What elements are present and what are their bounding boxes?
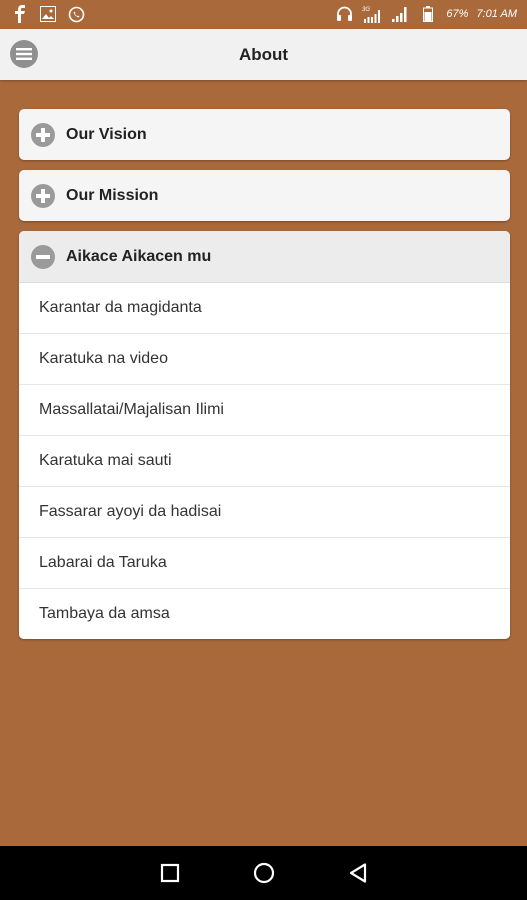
back-triangle-icon [349,863,367,883]
accordion-title: Our Vision [66,125,147,143]
svg-text:3G: 3G [362,7,370,13]
list-item[interactable]: Fassarar ayoyi da hadisai [19,486,510,537]
back-button[interactable] [346,861,370,885]
list-item[interactable]: Tambaya da amsa [19,588,510,639]
list-item[interactable]: Karantar da magidanta [19,283,510,333]
accordion-our-vision: Our Vision [19,109,510,160]
page-title: About [238,45,289,64]
status-bar: 3G 67% 7:01 AM [0,0,527,29]
facebook-icon [10,4,30,24]
list-item[interactable]: Labarai da Taruka [19,537,510,588]
plus-circle-icon [31,122,55,147]
app-header: About [0,29,527,80]
battery-percentage: 67% [446,8,469,20]
accordion-header-our-mission[interactable]: Our Mission [19,170,510,221]
accordion-title: Aikace Aikacen mu [66,247,212,265]
status-bar-right: 3G 67% 7:01 AM [334,4,517,24]
battery-icon [418,4,438,24]
image-icon [38,4,58,24]
plus-circle-icon [31,183,55,208]
headphones-icon [334,4,354,24]
status-bar-left [10,4,86,24]
list-item[interactable]: Karatuka na video [19,333,510,384]
home-button[interactable] [252,861,276,885]
home-circle-icon [253,862,275,884]
accordion-header-our-vision[interactable]: Our Vision [19,109,510,160]
accordion-header-aikace-aikacen-mu[interactable]: Aikace Aikacen mu [19,231,510,283]
recents-button[interactable] [158,861,182,885]
list-item[interactable]: Massallatai/Majalisan Ilimi [19,384,510,435]
accordion-aikace-aikacen-mu: Aikace Aikacen mu Karantar da magidanta … [19,231,510,639]
recents-square-icon [160,863,180,883]
system-nav-bar [0,846,527,900]
whatsapp-icon [66,4,86,24]
signal-icon [390,4,410,24]
accordion-title: Our Mission [66,186,159,204]
minus-circle-icon [31,244,55,269]
clock: 7:01 AM [476,8,517,20]
accordion-list: Karantar da magidanta Karatuka na video … [19,283,510,639]
list-item[interactable]: Karatuka mai sauti [19,435,510,486]
accordion-our-mission: Our Mission [19,170,510,221]
signal-3g-icon: 3G [362,4,382,24]
